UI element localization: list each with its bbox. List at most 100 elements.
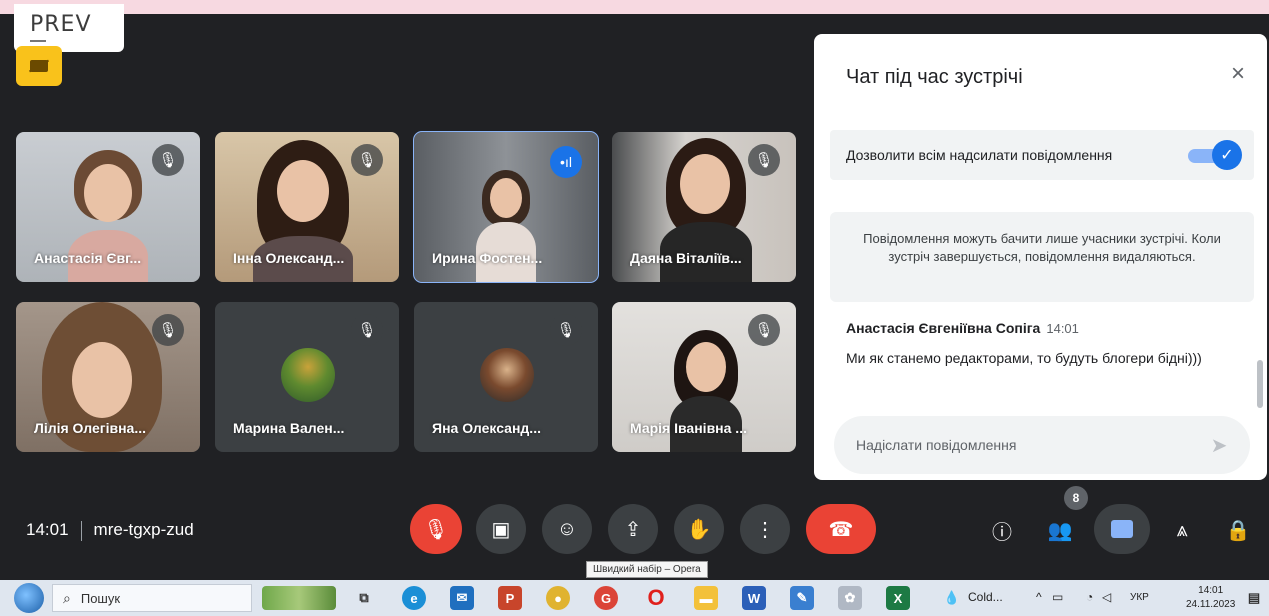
participant-tile-speaking[interactable]: •ıl Ирина Фостен... <box>413 131 599 283</box>
speaking-indicator-icon: •ıl <box>550 146 582 178</box>
chrome-profile-icon[interactable]: G <box>594 586 618 610</box>
participant-tile[interactable]: 🎙 Анастасія Євг... <box>16 132 200 282</box>
host-controls-button[interactable]: 🔒 <box>1218 510 1258 550</box>
taskbar-tooltip: Швидкий набір – Opera <box>586 561 708 578</box>
reactions-button[interactable]: ☺ <box>542 504 592 554</box>
lock-icon: 🔒 <box>1225 519 1251 542</box>
message-text: Ми як станемо редакторами, то будуть бло… <box>846 350 1202 366</box>
close-icon[interactable]: × <box>1231 60 1245 88</box>
allow-messages-row: Дозволити всім надсилати повідомлення ✓ <box>830 130 1254 180</box>
opera-icon[interactable]: O <box>644 585 668 610</box>
chat-message-input[interactable] <box>834 416 1250 474</box>
word-icon[interactable]: W <box>742 586 766 610</box>
mic-off-icon: 🎙 <box>748 144 780 176</box>
mic-off-icon: 🎙 <box>351 144 383 176</box>
landscape-widget-icon[interactable] <box>262 586 336 610</box>
chat-title: Чат під час зустрічі <box>846 66 1023 88</box>
chat-panel: Чат під час зустрічі × Дозволити всім на… <box>814 34 1267 480</box>
taskbar-search-label: Пошук <box>80 590 121 606</box>
mail-icon[interactable]: ✉ <box>450 586 474 610</box>
hand-icon: ✋ <box>686 518 712 541</box>
participant-name: Лілія Олегівна... <box>34 420 146 436</box>
more-vertical-icon: ⋮ <box>755 518 775 541</box>
participant-name: Даяна Віталіїв... <box>630 250 742 266</box>
network-icon[interactable]: ◔ <box>1086 590 1093 604</box>
weather-label[interactable]: Cold... <box>968 590 1003 604</box>
camera-off-indicator[interactable] <box>16 46 62 86</box>
excel-icon[interactable]: X <box>886 586 910 610</box>
present-icon: ⇪ <box>624 518 642 541</box>
people-button[interactable]: 👥 <box>1040 510 1080 550</box>
paint-icon[interactable]: ✎ <box>790 586 814 610</box>
participant-tile[interactable]: 🎙 Марина Вален... <box>215 302 399 452</box>
message-sender: Анастасія Євгеніївна Сопіга 14:01 <box>846 320 1079 336</box>
clock-time: 14:01 <box>1198 585 1224 596</box>
tray-chevron-icon[interactable]: ^ <box>1036 590 1042 604</box>
file-explorer-icon[interactable]: ▬ <box>694 586 718 610</box>
participant-name: Інна Олександ... <box>233 250 345 266</box>
raise-hand-button[interactable]: ✋ <box>674 504 724 554</box>
search-icon: ⌕ <box>63 589 71 606</box>
participant-name: Анастасія Євг... <box>34 250 142 266</box>
participant-name: Яна Олександ... <box>432 420 541 436</box>
participants-count-badge: 8 <box>1064 486 1088 510</box>
volume-icon[interactable]: ◁ <box>1102 590 1111 604</box>
allow-messages-toggle[interactable]: ✓ <box>1212 140 1242 170</box>
present-screen-button[interactable]: ⇪ <box>608 504 658 554</box>
hangup-icon: ☎ <box>828 518 854 541</box>
start-button[interactable] <box>14 583 44 613</box>
people-icon: 👥 <box>1047 519 1073 542</box>
participant-name: Марина Вален... <box>233 420 345 436</box>
prev-label[interactable]: PREV <box>30 12 92 37</box>
message-sender-name: Анастасія Євгеніївна Сопіга <box>846 320 1041 336</box>
clock-date: 24.11.2023 <box>1186 599 1236 610</box>
prev-underline <box>30 40 46 42</box>
message-time: 14:01 <box>1046 321 1079 336</box>
chat-button[interactable] <box>1094 504 1150 554</box>
notifications-icon[interactable]: ▤ <box>1242 586 1266 610</box>
participant-avatar <box>281 348 335 402</box>
participant-avatar <box>480 348 534 402</box>
participant-tile[interactable]: 🎙 Даяна Віталіїв... <box>612 132 796 282</box>
participant-tile[interactable]: 🎙 Лілія Олегівна... <box>16 302 200 452</box>
app-icon[interactable]: ✿ <box>838 586 862 610</box>
more-options-button[interactable]: ⋮ <box>740 504 790 554</box>
chrome-icon[interactable]: ● <box>546 586 570 610</box>
allow-messages-label: Дозволити всім надсилати повідомлення <box>846 147 1113 163</box>
mic-toggle-button[interactable]: 🎙 <box>410 504 462 554</box>
chat-scrollbar[interactable] <box>1257 360 1263 408</box>
meeting-info: 14:01 mre-tgxp-zud <box>26 520 194 541</box>
chat-icon <box>1111 520 1133 538</box>
taskbar-search[interactable]: ⌕ Пошук <box>52 584 252 612</box>
participant-name: Ирина Фостен... <box>432 250 543 266</box>
task-view-icon[interactable]: ⧉ <box>352 586 376 610</box>
send-icon[interactable]: ➤ <box>1206 432 1232 458</box>
mic-off-icon: 🎙 <box>748 314 780 346</box>
participant-tile[interactable]: 🎙 Яна Олександ... <box>414 302 598 452</box>
camera-toggle-button[interactable]: ▣ <box>476 504 526 554</box>
participant-tile[interactable]: 🎙 Інна Олександ... <box>215 132 399 282</box>
mic-off-icon: 🎙 <box>550 314 582 346</box>
camera-off-icon <box>30 60 48 72</box>
emoji-icon: ☺ <box>556 517 578 540</box>
mic-off-icon: 🎙 <box>351 314 383 346</box>
activities-button[interactable]: ⩓ <box>1162 510 1202 550</box>
battery-icon[interactable]: ▭ <box>1052 590 1063 604</box>
taskbar-clock[interactable]: 14:01 24.11.2023 <box>1186 584 1235 612</box>
language-indicator[interactable]: УКР <box>1130 592 1149 603</box>
edge-icon[interactable]: e <box>402 586 426 610</box>
leave-call-button[interactable]: ☎ <box>806 504 876 554</box>
meeting-details-button[interactable]: ⓘ <box>982 510 1022 550</box>
mic-off-icon: 🎙 <box>152 314 184 346</box>
powerpoint-icon[interactable]: P <box>498 586 522 610</box>
mic-off-icon: 🎙 <box>423 518 449 541</box>
info-icon: ⓘ <box>992 521 1012 544</box>
chat-notice: Повідомлення можуть бачити лише учасники… <box>830 212 1254 302</box>
mic-off-icon: 🎙 <box>152 144 184 176</box>
video-camera-icon: ▣ <box>491 518 511 541</box>
activities-icon: ⩓ <box>1176 518 1188 541</box>
participant-tile[interactable]: 🎙 Марія Іванівна ... <box>612 302 796 452</box>
top-strip <box>0 0 1269 14</box>
meeting-info-divider <box>80 520 82 541</box>
weather-icon[interactable]: 💧 <box>940 586 964 610</box>
